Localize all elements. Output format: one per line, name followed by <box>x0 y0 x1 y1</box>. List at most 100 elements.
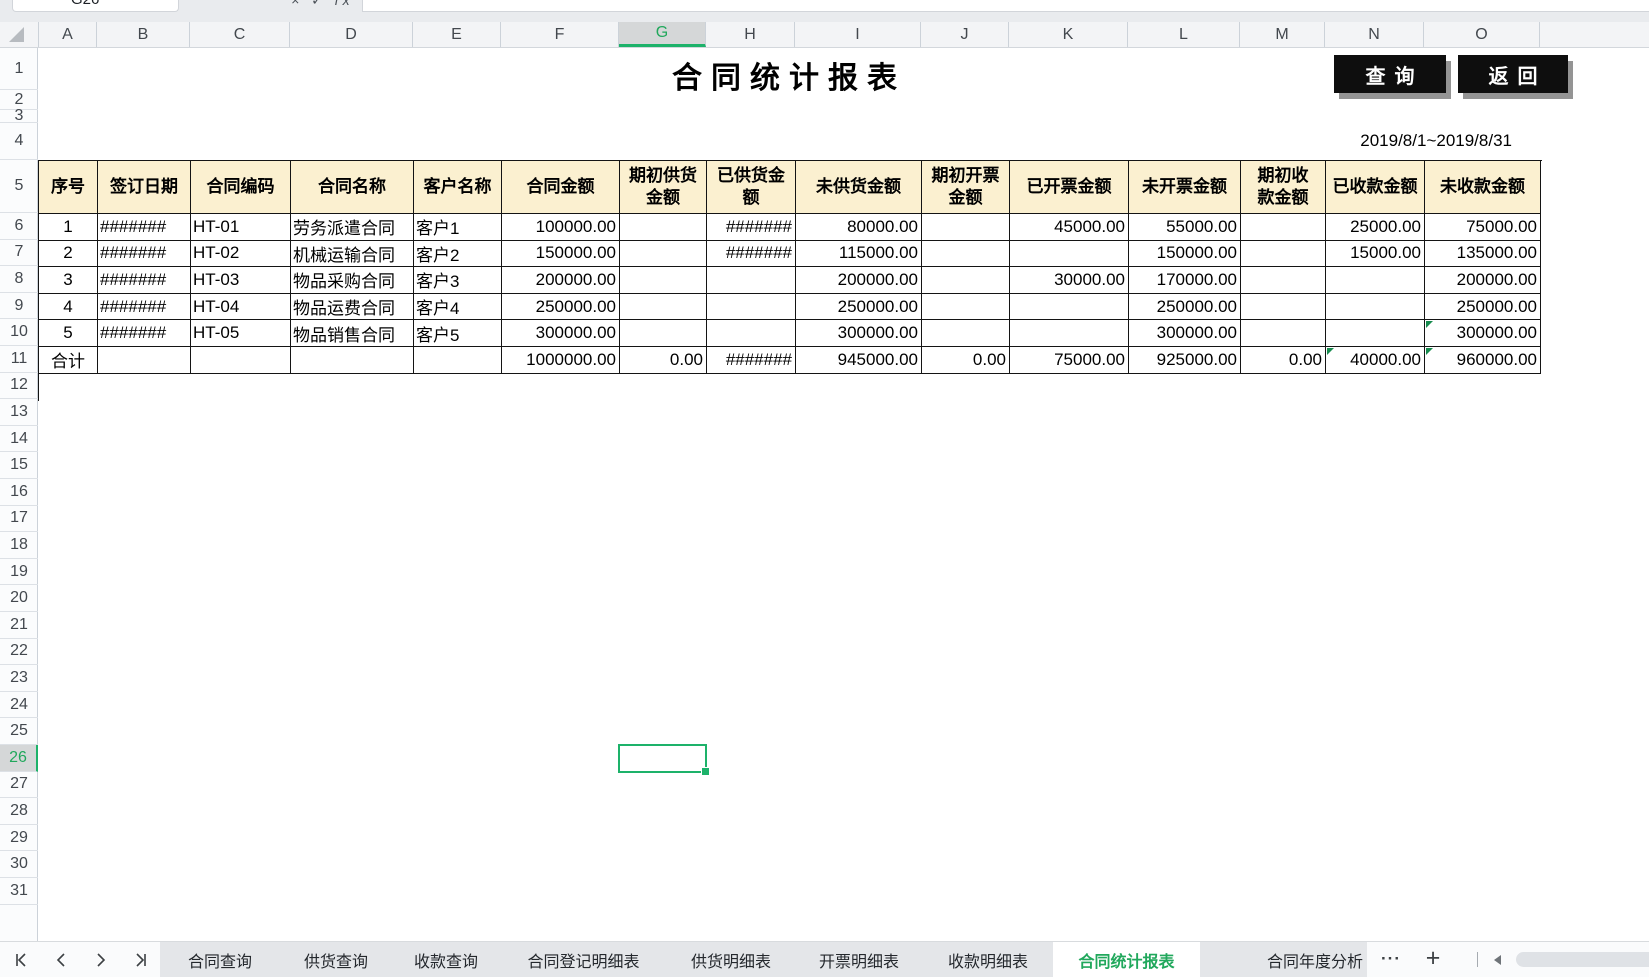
formula-input[interactable] <box>362 0 1649 12</box>
data-cell-r6[interactable]: 劳务派遣合同 <box>291 214 414 241</box>
data-cell-r10[interactable] <box>1010 320 1129 347</box>
name-box[interactable]: G26 <box>12 0 179 12</box>
data-cell-r7[interactable] <box>620 240 707 268</box>
data-cell-r6[interactable]: 75000.00 <box>1425 214 1541 241</box>
row-header-31[interactable]: 31 <box>0 878 38 905</box>
data-cell-r8[interactable]: HT-03 <box>191 267 291 294</box>
data-cell-r9[interactable]: 250000.00 <box>1129 293 1241 321</box>
header-cell[interactable]: 期初供货 金额 <box>620 161 707 214</box>
data-cell-r8[interactable] <box>707 267 796 294</box>
data-cell-r6[interactable]: 55000.00 <box>1129 214 1241 241</box>
data-cell-r8[interactable] <box>922 267 1010 294</box>
row-header-26[interactable]: 26 <box>0 745 38 772</box>
total-cell[interactable]: ####### <box>707 347 796 374</box>
last-sheet-icon[interactable] <box>132 951 150 969</box>
data-cell-r7[interactable]: 15000.00 <box>1326 240 1425 268</box>
data-cell-r10[interactable]: 客户5 <box>414 320 502 347</box>
data-cell-r9[interactable]: 250000.00 <box>1425 293 1541 321</box>
data-cell-r7[interactable]: ####### <box>98 240 191 268</box>
data-cell-r10[interactable] <box>922 320 1010 347</box>
row-header-6[interactable]: 6 <box>0 213 38 240</box>
data-cell-r9[interactable] <box>707 293 796 321</box>
data-cell-r6[interactable]: 100000.00 <box>502 214 620 241</box>
row-header-4[interactable]: 4 <box>0 123 38 160</box>
data-cell-r10[interactable]: 5 <box>39 320 98 347</box>
total-cell[interactable]: 0.00 <box>620 347 707 374</box>
row-header-1[interactable]: 1 <box>0 48 38 90</box>
data-cell-r10[interactable] <box>620 320 707 347</box>
column-header-D[interactable]: D <box>290 22 413 47</box>
total-cell[interactable]: 0.00 <box>1241 347 1326 374</box>
sheet-tab-7[interactable]: 收款明细表 <box>923 942 1053 977</box>
sheet-tab-2[interactable]: 供货查询 <box>280 942 392 977</box>
row-header-18[interactable]: 18 <box>0 532 38 559</box>
data-cell-r9[interactable]: HT-04 <box>191 293 291 321</box>
column-header-B[interactable]: B <box>97 22 190 47</box>
data-cell-r6[interactable] <box>620 214 707 241</box>
data-cell-r10[interactable] <box>1241 320 1326 347</box>
column-header-G[interactable]: G <box>619 22 706 47</box>
row-header-3[interactable]: 3 <box>0 107 38 124</box>
total-cell[interactable]: 925000.00 <box>1129 347 1241 374</box>
column-header-H[interactable]: H <box>706 22 795 47</box>
data-cell-r6[interactable] <box>1241 214 1326 241</box>
header-cell[interactable]: 已供货金 额 <box>707 161 796 214</box>
horizontal-scrollbar-thumb[interactable] <box>1516 952 1649 967</box>
data-cell-r7[interactable] <box>922 240 1010 268</box>
data-cell-r7[interactable]: 150000.00 <box>1129 240 1241 268</box>
data-cell-r10[interactable]: 300000.00 <box>1425 320 1541 347</box>
data-cell-r6[interactable]: HT-01 <box>191 214 291 241</box>
data-cell-r8[interactable]: 200000.00 <box>796 267 922 294</box>
column-header-F[interactable]: F <box>501 22 619 47</box>
data-cell-r8[interactable]: 物品采购合同 <box>291 267 414 294</box>
data-cell-r9[interactable] <box>1010 293 1129 321</box>
data-cell-r6[interactable]: ####### <box>707 214 796 241</box>
data-cell-r8[interactable] <box>1241 267 1326 294</box>
more-sheets-button[interactable]: ··· <box>1372 942 1410 975</box>
total-cell[interactable]: 0.00 <box>922 347 1010 374</box>
header-cell[interactable]: 未开票金额 <box>1129 161 1241 214</box>
row-header-23[interactable]: 23 <box>0 665 38 692</box>
row-header-8[interactable]: 8 <box>0 266 38 293</box>
sheet-tab-3[interactable]: 收款查询 <box>392 942 500 977</box>
data-cell-r10[interactable]: ####### <box>98 320 191 347</box>
select-all-button[interactable] <box>9 27 24 42</box>
data-cell-r10[interactable]: 300000.00 <box>796 320 922 347</box>
data-cell-r9[interactable] <box>922 293 1010 321</box>
column-header-E[interactable]: E <box>413 22 501 47</box>
data-cell-r10[interactable]: 物品销售合同 <box>291 320 414 347</box>
total-cell[interactable]: 1000000.00 <box>502 347 620 374</box>
data-cell-r6[interactable]: 25000.00 <box>1326 214 1425 241</box>
data-cell-r9[interactable]: 250000.00 <box>796 293 922 321</box>
data-cell-r7[interactable]: 115000.00 <box>796 240 922 268</box>
column-header-N[interactable]: N <box>1325 22 1424 47</box>
tab-splitter-handle[interactable] <box>1477 952 1478 967</box>
add-sheet-button[interactable]: + <box>1416 942 1450 974</box>
data-cell-r6[interactable]: 80000.00 <box>796 214 922 241</box>
data-cell-r9[interactable]: ####### <box>98 293 191 321</box>
sheet-tab-4[interactable]: 合同登记明细表 <box>500 942 667 977</box>
header-cell[interactable]: 合同名称 <box>291 161 414 214</box>
sheet-tab-1[interactable]: 合同查询 <box>160 942 280 977</box>
data-cell-r10[interactable] <box>707 320 796 347</box>
data-cell-r8[interactable]: 30000.00 <box>1010 267 1129 294</box>
row-header-19[interactable]: 19 <box>0 559 38 586</box>
column-header-A[interactable]: A <box>38 22 97 47</box>
total-cell[interactable] <box>291 347 414 374</box>
row-header-20[interactable]: 20 <box>0 585 38 612</box>
first-sheet-icon[interactable] <box>12 951 30 969</box>
data-cell-r7[interactable] <box>1241 240 1326 268</box>
data-cell-r6[interactable]: 45000.00 <box>1010 214 1129 241</box>
query-button[interactable]: 查询 <box>1334 55 1446 93</box>
total-cell[interactable]: 945000.00 <box>796 347 922 374</box>
row-header-24[interactable]: 24 <box>0 692 38 719</box>
data-cell-r7[interactable]: HT-02 <box>191 240 291 268</box>
back-button[interactable]: 返回 <box>1458 55 1568 93</box>
next-sheet-icon[interactable] <box>92 951 110 969</box>
header-cell[interactable]: 序号 <box>39 161 98 214</box>
fill-handle[interactable] <box>701 767 710 776</box>
total-cell[interactable]: 75000.00 <box>1010 347 1129 374</box>
data-cell-r7[interactable]: 客户2 <box>414 240 502 268</box>
column-header-C[interactable]: C <box>190 22 290 47</box>
data-cell-r9[interactable]: 4 <box>39 293 98 321</box>
